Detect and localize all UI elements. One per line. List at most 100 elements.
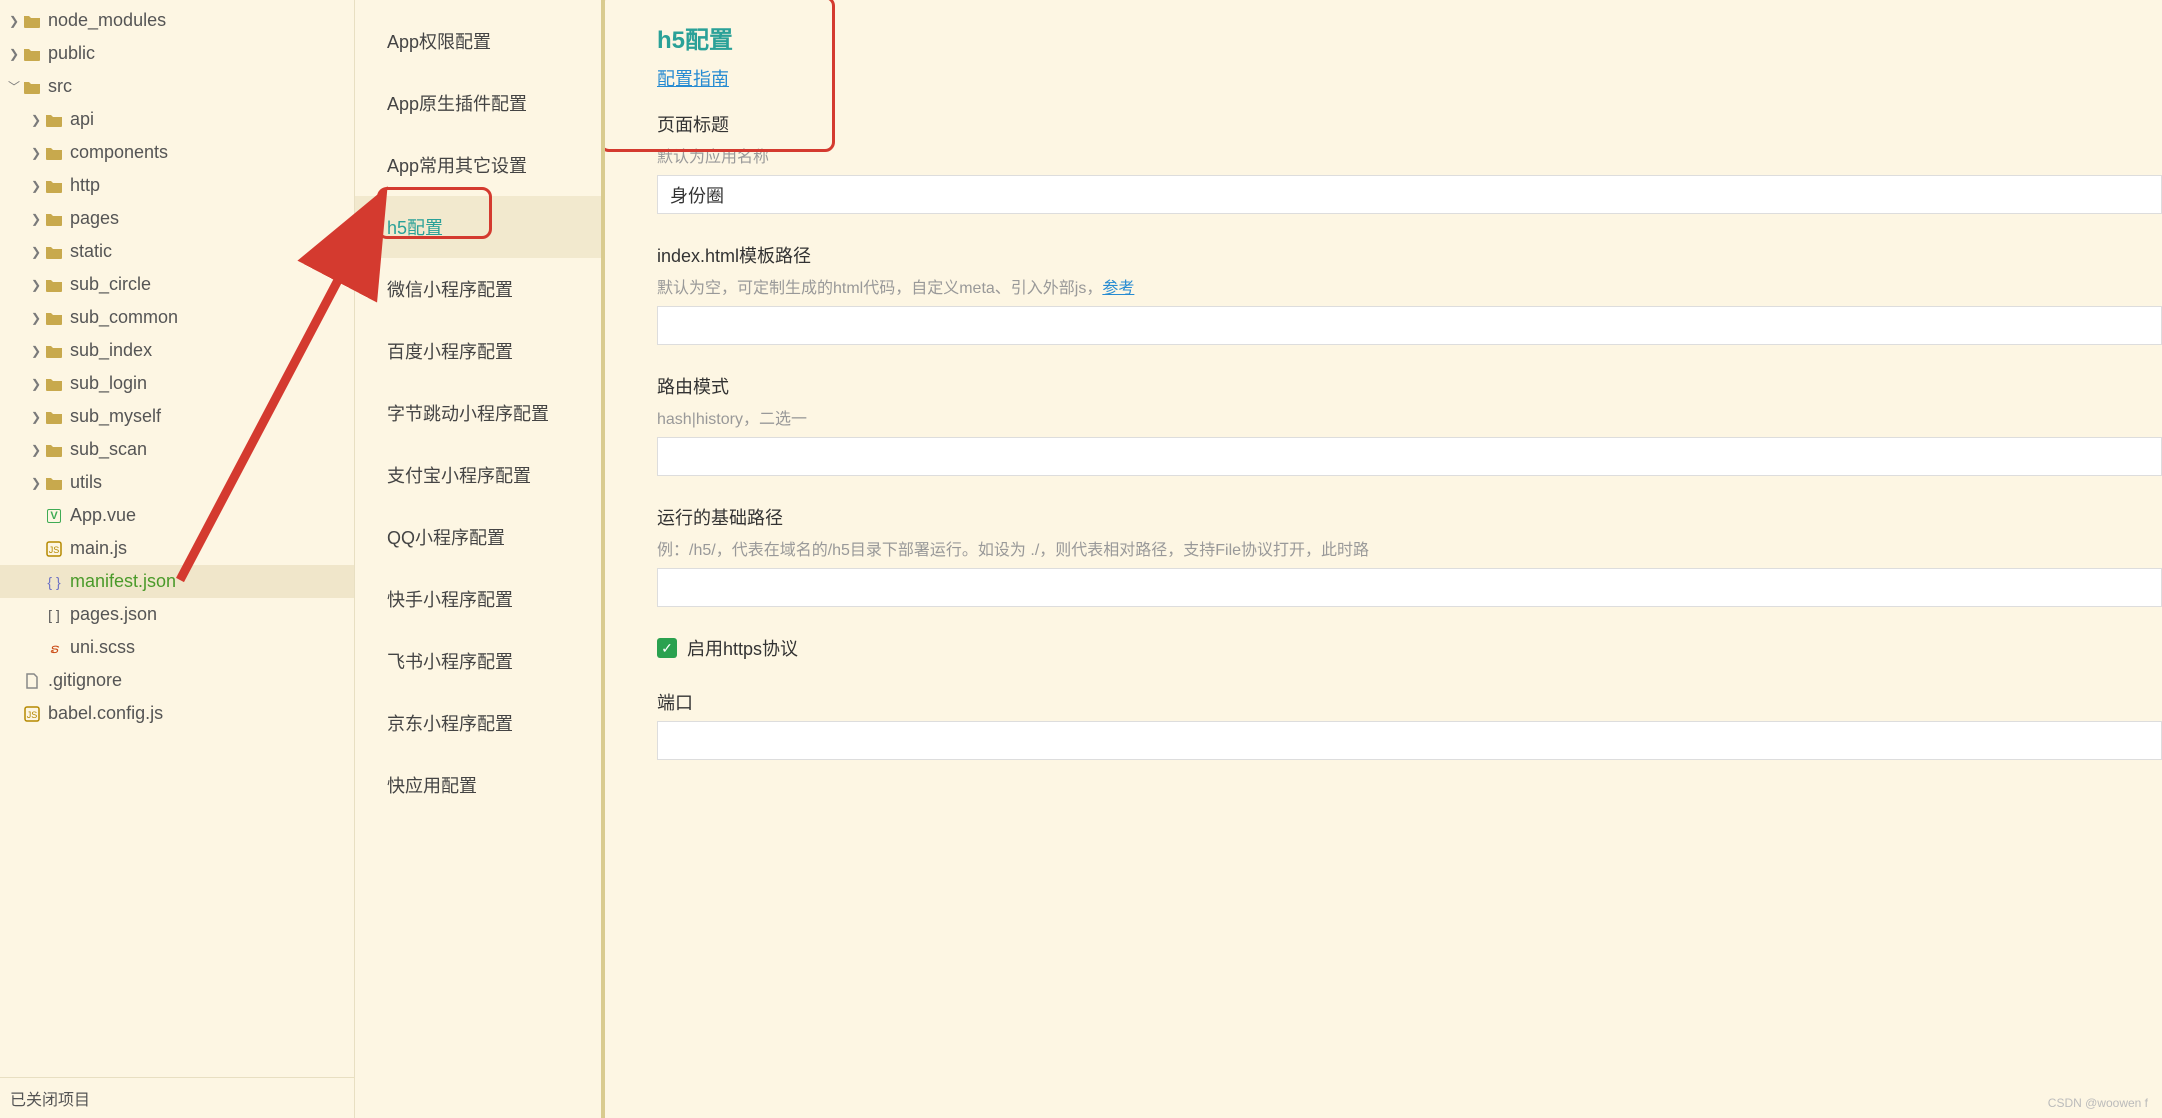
- folder-icon: [22, 14, 42, 28]
- tree-item-sub-index[interactable]: ❯sub_index: [0, 334, 354, 367]
- guide-link[interactable]: 配置指南: [657, 65, 729, 91]
- tree-item-label: utils: [70, 472, 102, 493]
- field-label: index.html模板路径: [657, 242, 2162, 268]
- nav-item-5[interactable]: 百度小程序配置: [355, 320, 601, 382]
- svg-text:JS: JS: [27, 710, 38, 720]
- nav-item-4[interactable]: 微信小程序配置: [355, 258, 601, 320]
- tree-item-babel-config-js[interactable]: JSbabel.config.js: [0, 697, 354, 730]
- nav-item-3[interactable]: h5配置: [355, 196, 601, 258]
- field-label: 运行的基础路径: [657, 504, 2162, 530]
- tree-item-sub-myself[interactable]: ❯ sub_myself: [0, 400, 354, 433]
- tree-item-sub-common[interactable]: ❯ sub_common: [0, 301, 354, 334]
- nav-item-2[interactable]: App常用其它设置: [355, 134, 601, 196]
- nav-item-12[interactable]: 快应用配置: [355, 754, 601, 816]
- tree-item--gitignore[interactable]: .gitignore: [0, 664, 354, 697]
- tree-item-label: sub_common: [70, 307, 178, 328]
- folder-icon: [44, 212, 64, 226]
- port-input[interactable]: [657, 721, 2162, 760]
- nav-item-7[interactable]: 支付宝小程序配置: [355, 444, 601, 506]
- tree-item-label: manifest.json: [70, 571, 176, 592]
- closed-projects-bar[interactable]: 已关闭项目: [0, 1077, 354, 1118]
- tree-item-sub-circle[interactable]: ❯sub_circle: [0, 268, 354, 301]
- tree-item-api[interactable]: ❯api: [0, 103, 354, 136]
- field-template-path: index.html模板路径 默认为空，可定制生成的html代码，自定义meta…: [657, 242, 2162, 345]
- tree-item-sub-scan[interactable]: ❯sub_scan: [0, 433, 354, 466]
- tree-item-manifest-json[interactable]: { } manifest.json: [0, 565, 354, 598]
- field-hint: 默认为应用名称: [657, 143, 2162, 167]
- tree-item-pages[interactable]: ❯pages: [0, 202, 354, 235]
- field-hint: 例：/h5/，代表在域名的/h5目录下部署运行。如设为 ./，则代表相对路径，支…: [657, 536, 2162, 560]
- tree-item-node-modules[interactable]: ❯node_modules: [0, 4, 354, 37]
- field-hint: hash|history，二选一: [657, 405, 2162, 429]
- folder-icon: [44, 443, 64, 457]
- field-hint: 默认为空，可定制生成的html代码，自定义meta、引入外部js，参考: [657, 274, 2162, 298]
- svg-text:{ }: { }: [47, 574, 61, 590]
- tree-item-label: static: [70, 241, 112, 262]
- folder-icon: [44, 410, 64, 424]
- chevron-right-icon: ❯: [28, 146, 44, 160]
- reference-link[interactable]: 参考: [1102, 280, 1134, 297]
- https-checkbox[interactable]: ✓: [657, 638, 677, 658]
- tree-item-main-js[interactable]: JSmain.js: [0, 532, 354, 565]
- tree-item-label: .gitignore: [48, 670, 122, 691]
- chevron-right-icon: ❯: [28, 344, 44, 358]
- nav-item-0[interactable]: App权限配置: [355, 10, 601, 72]
- field-label: 页面标题: [657, 111, 2162, 137]
- chevron-right-icon: ❯: [28, 245, 44, 259]
- main-content: h5配置 配置指南 页面标题 默认为应用名称 index.html模板路径 默认…: [605, 0, 2162, 1118]
- tree-item-label: sub_myself: [70, 406, 161, 427]
- nav-item-1[interactable]: App原生插件配置: [355, 72, 601, 134]
- base-path-input[interactable]: [657, 568, 2162, 607]
- chevron-right-icon: ❯: [28, 377, 44, 391]
- chevron-down-icon: ﹀: [6, 78, 22, 95]
- tree-item-utils[interactable]: ❯ utils: [0, 466, 354, 499]
- tree-item-label: uni.scss: [70, 637, 135, 658]
- field-label: 路由模式: [657, 373, 2162, 399]
- tree-item-label: sub_scan: [70, 439, 147, 460]
- nav-item-11[interactable]: 京东小程序配置: [355, 692, 601, 754]
- js-icon: JS: [22, 706, 42, 722]
- tree-item-components[interactable]: ❯ components: [0, 136, 354, 169]
- file-tree-list: ❯node_modules❯public﹀src❯api❯components❯…: [0, 4, 354, 1077]
- js-icon: JS: [44, 541, 64, 557]
- tree-item-label: components: [70, 142, 168, 163]
- nav-item-8[interactable]: QQ小程序配置: [355, 506, 601, 568]
- tree-item-label: sub_circle: [70, 274, 151, 295]
- nav-item-6[interactable]: 字节跳动小程序配置: [355, 382, 601, 444]
- scss-icon: ຣ: [44, 640, 64, 656]
- tree-item-sub-login[interactable]: ❯sub_login: [0, 367, 354, 400]
- page-title-input[interactable]: [657, 175, 2162, 214]
- router-mode-input[interactable]: [657, 437, 2162, 476]
- file-tree-sidebar: ❯node_modules❯public﹀src❯api❯components❯…: [0, 0, 355, 1118]
- tree-item-label: public: [48, 43, 95, 64]
- svg-text:JS: JS: [49, 545, 60, 555]
- tree-item-src[interactable]: ﹀src: [0, 70, 354, 103]
- tree-item-app-vue[interactable]: VApp.vue: [0, 499, 354, 532]
- field-router-mode: 路由模式 hash|history，二选一: [657, 373, 2162, 476]
- folder-icon: [44, 113, 64, 127]
- field-base-path: 运行的基础路径 例：/h5/，代表在域名的/h5目录下部署运行。如设为 ./，则…: [657, 504, 2162, 607]
- tree-item-uni-scss[interactable]: ຣ uni.scss: [0, 631, 354, 664]
- chevron-right-icon: ❯: [28, 179, 44, 193]
- folder-icon: [22, 80, 42, 94]
- chevron-right-icon: ❯: [6, 47, 22, 61]
- folder-icon: [44, 146, 64, 160]
- tree-item-static[interactable]: ❯ static: [0, 235, 354, 268]
- json-icon: { }: [44, 574, 64, 590]
- config-nav-sidebar: App权限配置App原生插件配置App常用其它设置h5配置微信小程序配置百度小程…: [355, 0, 605, 1118]
- svg-text:ຣ: ຣ: [50, 641, 60, 656]
- chevron-right-icon: ❯: [28, 410, 44, 424]
- tree-item-label: api: [70, 109, 94, 130]
- nav-item-10[interactable]: 飞书小程序配置: [355, 630, 601, 692]
- chevron-right-icon: ❯: [28, 311, 44, 325]
- tree-item-public[interactable]: ❯ public: [0, 37, 354, 70]
- chevron-right-icon: ❯: [28, 476, 44, 490]
- template-path-input[interactable]: [657, 306, 2162, 345]
- tree-item-pages-json[interactable]: [ ]pages.json: [0, 598, 354, 631]
- field-label: 端口: [657, 689, 2162, 715]
- folder-icon: [44, 179, 64, 193]
- tree-item-http[interactable]: ❯http: [0, 169, 354, 202]
- json-icon: [ ]: [44, 607, 64, 623]
- hint-text: 默认为空，可定制生成的html代码，自定义meta、引入外部js，: [657, 280, 1102, 297]
- nav-item-9[interactable]: 快手小程序配置: [355, 568, 601, 630]
